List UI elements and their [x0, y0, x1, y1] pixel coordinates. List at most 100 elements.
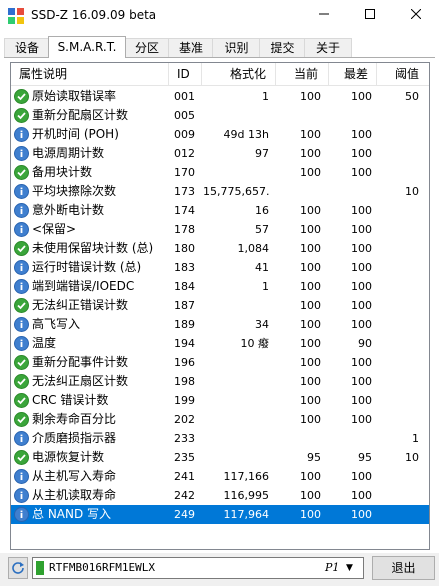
table-row[interactable]: 从主机读取寿命 242 116,995 100 100: [11, 486, 429, 505]
attribute-formatted: [203, 429, 269, 448]
table-row[interactable]: 温度 194 10 癈 100 90: [11, 334, 429, 353]
tab-device[interactable]: 设备: [4, 38, 50, 58]
attribute-threshold: [379, 239, 419, 258]
attribute-formatted: 41: [255, 261, 269, 274]
attribute-id: 198: [174, 375, 195, 388]
header-attribute[interactable]: 属性说明: [19, 63, 67, 85]
header-formatted[interactable]: 格式化: [230, 63, 266, 85]
table-row[interactable]: 未使用保留块计数 (总) 180 1,084 100 100: [11, 239, 429, 258]
tab-submit[interactable]: 提交: [259, 38, 306, 58]
table-row[interactable]: 运行时错误计数 (总) 183 41 100 100: [11, 258, 429, 277]
table-row[interactable]: 平均块擦除次数 173 15,775,657... 10: [11, 182, 429, 201]
table-row[interactable]: 电源恢复计数 235 95 95 10: [11, 448, 429, 467]
attribute-worst: 90: [358, 337, 372, 350]
attribute-threshold: [379, 125, 419, 144]
info-icon: [14, 507, 29, 522]
table-row[interactable]: 从主机写入寿命 241 117,166 100 100: [11, 467, 429, 486]
attribute-worst: 100: [351, 242, 372, 255]
table-row[interactable]: 介质磨损指示器 233 1: [11, 429, 429, 448]
attribute-threshold: 1: [412, 432, 419, 445]
tab-identify[interactable]: 识别: [212, 38, 261, 58]
exit-button[interactable]: 退出: [372, 556, 435, 580]
table-row[interactable]: 无法纠正错误计数 187 100 100: [11, 296, 429, 315]
attribute-current: [281, 106, 321, 125]
attribute-formatted: [203, 106, 269, 125]
tab-benchmark[interactable]: 基准: [168, 38, 214, 58]
attribute-name: 未使用保留块计数 (总): [32, 241, 154, 255]
attribute-name: 介质磨损指示器: [32, 431, 117, 445]
minimize-icon: [319, 13, 329, 15]
attribute-name: 无法纠正扇区计数: [32, 374, 129, 388]
table-row[interactable]: 意外断电计数 174 16 100 100: [11, 201, 429, 220]
info-icon: [14, 203, 29, 218]
table-row[interactable]: 电源周期计数 012 97 100 100: [11, 144, 429, 163]
attribute-current: [281, 429, 321, 448]
info-icon: [14, 222, 29, 237]
table-row[interactable]: 总 NAND 写入 249 117,964 100 100: [11, 505, 429, 524]
attribute-formatted: [203, 372, 269, 391]
attribute-current: 100: [300, 394, 321, 407]
header-worst[interactable]: 最差: [344, 63, 368, 85]
attribute-formatted: 34: [255, 318, 269, 331]
table-row[interactable]: CRC 错误计数 199 100 100: [11, 391, 429, 410]
attribute-current: 100: [300, 90, 321, 103]
attribute-id: 184: [174, 280, 195, 293]
attribute-name: 总 NAND 写入: [32, 507, 112, 521]
attribute-formatted: [203, 353, 269, 372]
attribute-id: 235: [174, 451, 195, 464]
minimize-button[interactable]: [301, 0, 347, 31]
attribute-current: 100: [300, 147, 321, 160]
attribute-id: 009: [174, 128, 195, 141]
attribute-name: CRC 错误计数: [32, 393, 109, 407]
table-row[interactable]: 剩余寿命百分比 202 100 100: [11, 410, 429, 429]
info-icon: [14, 431, 29, 446]
drive-name: RTFMB016RFM1EWLX: [49, 561, 155, 574]
tab-about[interactable]: 关于: [304, 38, 352, 58]
refresh-button[interactable]: [8, 557, 28, 579]
attribute-formatted: 16: [255, 204, 269, 217]
attribute-id: 001: [174, 90, 195, 103]
attribute-id: 233: [174, 432, 195, 445]
tab-partition[interactable]: 分区: [124, 38, 170, 58]
maximize-button[interactable]: [347, 0, 393, 31]
attribute-name: 原始读取错误率: [32, 89, 117, 103]
attribute-worst: 100: [351, 166, 372, 179]
attribute-current: 100: [300, 318, 321, 331]
table-row[interactable]: 开机时间 (POH) 009 49d 13h 100 100: [11, 125, 429, 144]
table-row[interactable]: 端到端错误/IOEDC 184 1 100 100: [11, 277, 429, 296]
attribute-worst: 100: [351, 489, 372, 502]
attribute-current: 100: [300, 299, 321, 312]
attribute-worst: 100: [351, 128, 372, 141]
table-row[interactable]: 重新分配事件计数 196 100 100: [11, 353, 429, 372]
close-button[interactable]: [393, 0, 439, 31]
drive-select[interactable]: RTFMB016RFM1EWLX P1 ▼: [32, 557, 364, 579]
attribute-threshold: [379, 353, 419, 372]
attribute-name: 电源周期计数: [32, 146, 105, 160]
header-threshold[interactable]: 阈值: [395, 63, 419, 85]
table-row[interactable]: 备用块计数 170 100 100: [11, 163, 429, 182]
check-icon: [14, 298, 29, 313]
attribute-current: 100: [300, 337, 321, 350]
maximize-icon: [365, 9, 375, 19]
attribute-threshold: [379, 106, 419, 125]
table-row[interactable]: 高飞写入 189 34 100 100: [11, 315, 429, 334]
attribute-threshold: 10: [405, 185, 419, 198]
attribute-current: 100: [300, 280, 321, 293]
header-current[interactable]: 当前: [294, 63, 318, 85]
attribute-id: 242: [174, 489, 195, 502]
tab-smart[interactable]: S.M.A.R.T.: [48, 36, 126, 58]
attribute-id: 199: [174, 394, 195, 407]
attribute-id: 183: [174, 261, 195, 274]
attribute-worst: 100: [351, 90, 372, 103]
table-header: 属性说明 ID 格式化 当前 最差 阈值: [11, 63, 429, 86]
attribute-current: [281, 182, 321, 201]
header-id[interactable]: ID: [177, 63, 190, 85]
check-icon: [14, 393, 29, 408]
attribute-threshold: 50: [405, 90, 419, 103]
attribute-id: 249: [174, 508, 195, 521]
table-row[interactable]: 无法纠正扇区计数 198 100 100: [11, 372, 429, 391]
table-row[interactable]: 重新分配扇区计数 005: [11, 106, 429, 125]
attribute-threshold: [379, 277, 419, 296]
table-row[interactable]: 原始读取错误率 001 1 100 100 50: [11, 87, 429, 106]
table-row[interactable]: <保留> 178 57 100 100: [11, 220, 429, 239]
